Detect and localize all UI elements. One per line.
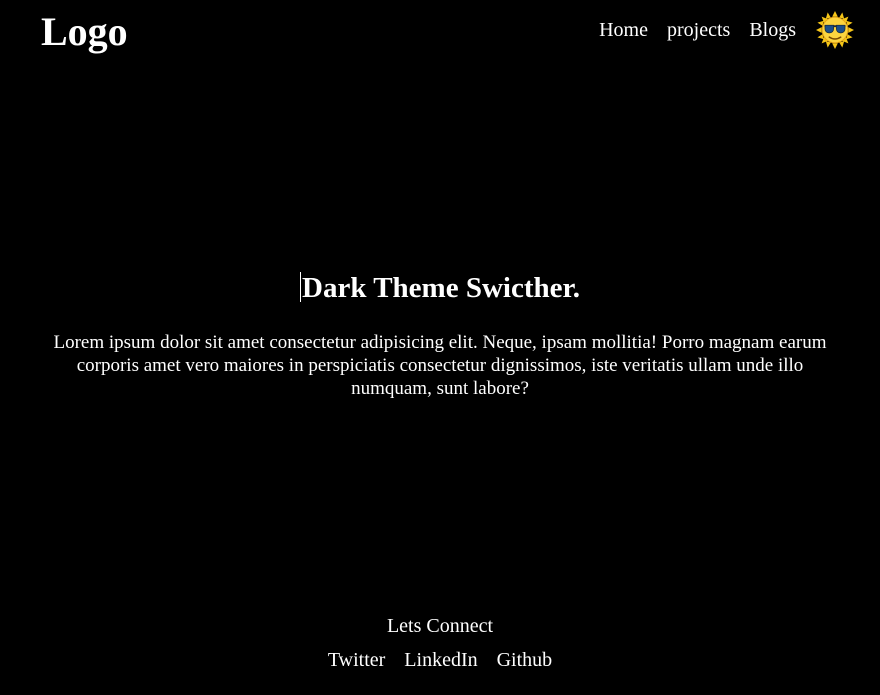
sunglasses-sun-icon[interactable]: [816, 11, 854, 49]
main-nav: Home projects Blogs: [599, 10, 854, 50]
page: Logo Home projects Blogs Dark Theme Swic…: [0, 0, 880, 695]
footer-title: Lets Connect: [386, 615, 494, 637]
site-footer: Lets Connect Twitter LinkedIn Github: [0, 612, 880, 674]
text-caret: [300, 272, 302, 302]
logo[interactable]: Logo: [41, 9, 128, 55]
nav-home[interactable]: Home: [599, 10, 648, 50]
social-links: Twitter LinkedIn Github: [0, 646, 880, 674]
hero-title: Dark Theme Swicther.: [0, 268, 880, 308]
linkedin-link[interactable]: LinkedIn: [404, 646, 477, 674]
twitter-link[interactable]: Twitter: [328, 646, 385, 674]
nav-blogs[interactable]: Blogs: [749, 10, 796, 50]
hero-description: Lorem ipsum dolor sit amet consectetur a…: [53, 332, 827, 399]
github-link[interactable]: Github: [497, 646, 553, 674]
site-header: Logo Home projects Blogs: [0, 0, 880, 62]
nav-projects[interactable]: projects: [667, 10, 730, 50]
hero-title-text: Dark Theme Swicther.: [302, 272, 580, 304]
